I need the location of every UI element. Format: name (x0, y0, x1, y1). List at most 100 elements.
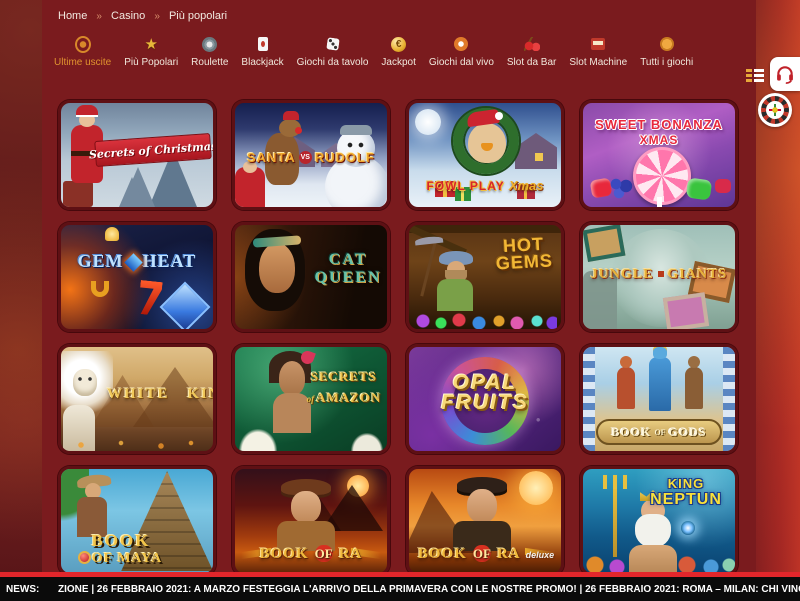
candy-art (686, 177, 713, 200)
tab-giochi-dal-vivo[interactable]: Giochi dal vivo (429, 36, 494, 68)
tab-label: Tutti i giochi (640, 57, 693, 68)
game-tile-white-king[interactable]: WHITE KING (58, 344, 216, 454)
lotus-art (239, 429, 277, 451)
tab-label: Blackjack (241, 57, 283, 68)
game-title: WHITE KING (107, 385, 213, 403)
game-tile-opal-fruits[interactable]: OPAL FRUITS (406, 344, 564, 454)
tab-slot-da-bar[interactable]: Slot da Bar (507, 36, 556, 68)
column-art (583, 347, 595, 451)
lotus-art (351, 433, 383, 451)
game-tile-gem-heat[interactable]: GEMHEAT (58, 222, 216, 332)
house-art (535, 153, 543, 161)
breadcrumb-separator-icon: » (96, 11, 102, 22)
god-art (617, 367, 635, 409)
god-art (685, 367, 703, 409)
game-title: HOT GEMS (488, 235, 560, 273)
tab-giochi-da-tavolo[interactable]: Giochi da tavolo (297, 36, 369, 68)
seven-art (137, 280, 162, 316)
game-title: FOWL PLAYXmas (409, 177, 561, 195)
game-tile-secrets-of-christmas[interactable]: Secrets of Christmas (58, 100, 216, 210)
lollipop-art (633, 147, 691, 205)
list-view-icon[interactable] (746, 69, 764, 82)
rudolf-art (295, 127, 302, 134)
mine-beam-art (409, 225, 561, 233)
news-label: NEWS: (6, 584, 58, 595)
game-title: BOOKOFRAdeluxe (409, 545, 561, 563)
tab-blackjack[interactable]: Blackjack (241, 36, 283, 68)
lion-art (77, 377, 94, 381)
horseshoe-art (91, 281, 109, 297)
tab-slot-machine[interactable]: Slot Machine (569, 36, 627, 68)
support-button[interactable] (770, 57, 800, 91)
game-title: SANTAVSRUDOLF (235, 149, 387, 167)
games-grid: Secrets of Christmas SANTAVSRUDOLF FOWL (58, 100, 740, 576)
gems-art (413, 311, 557, 329)
title-ribbon: Secrets of Christmas (94, 133, 212, 167)
breadcrumb-separator-icon: » (154, 11, 160, 22)
gem-icon (124, 254, 142, 272)
god-art (688, 356, 700, 368)
lion-art (73, 369, 97, 396)
god-art (620, 356, 632, 368)
roulette-hub-icon (766, 101, 784, 119)
tab-jackpot[interactable]: € Jackpot (381, 36, 415, 68)
god-art (649, 357, 671, 411)
god-art (653, 347, 667, 359)
candy-art (715, 179, 731, 193)
game-tile-hot-gems[interactable]: HOT GEMS (406, 222, 564, 332)
santa-art (79, 113, 95, 127)
miner-art (437, 279, 473, 311)
live-roulette-button[interactable] (758, 93, 792, 127)
background-art-left (0, 0, 42, 601)
news-ticker: NEWS: ZIONE | 26 FEBBRAIO 2021: A MARZO … (0, 572, 800, 601)
breadcrumb: Home » Casino » Più popolari (58, 10, 227, 22)
hen-art (495, 112, 503, 120)
bell-art (105, 227, 119, 241)
rudolf-art (283, 111, 299, 120)
magic-orb-art (681, 521, 695, 535)
new-releases-icon (75, 36, 91, 52)
dice-icon (325, 36, 341, 52)
game-tile-book-of-maya[interactable]: BOOK OF MAYA (58, 466, 216, 576)
tab-tutti-i-giochi[interactable]: Tutti i giochi (640, 36, 693, 68)
snowman-art (340, 125, 372, 135)
game-title: CAT QUEEN (309, 251, 387, 288)
tab-label: Giochi da tavolo (297, 57, 369, 68)
ruby-icon (80, 553, 89, 562)
trident-icon (613, 485, 617, 557)
tab-label: Ultime uscite (54, 57, 111, 68)
game-tile-king-neptun[interactable]: KING NEPTUN (580, 466, 738, 576)
game-tile-secrets-of-amazon[interactable]: SECRETS ofAMAZON (232, 344, 390, 454)
snowman-art (345, 142, 367, 149)
game-tile-book-of-ra-deluxe[interactable]: BOOKOFRAdeluxe (406, 466, 564, 576)
breadcrumb-casino[interactable]: Casino (111, 10, 145, 22)
game-title: JUNGLEGIANTS (583, 265, 735, 283)
trident-icon (603, 475, 627, 489)
breadcrumb-home[interactable]: Home (58, 10, 87, 22)
neptune-art (635, 514, 671, 548)
game-tile-book-of-ra[interactable]: BOOKOFRA (232, 466, 390, 576)
game-tile-santa-vs-rudolf[interactable]: SANTAVSRUDOLF (232, 100, 390, 210)
game-tile-sweet-bonanza-xmas[interactable]: SWEET BONANZA XMAS (580, 100, 738, 210)
game-tile-jungle-giants[interactable]: JUNGLEGIANTS (580, 222, 738, 332)
tab-ultime-uscite[interactable]: Ultime uscite (54, 36, 111, 68)
photo-card-art (663, 292, 709, 332)
game-title: SWEET BONANZA XMAS (583, 117, 735, 148)
tab-label: Giochi dal vivo (429, 57, 494, 68)
tab-piu-popolari[interactable]: ★ Più Popolari (124, 36, 178, 68)
game-tile-book-of-gods[interactable]: BOOK OF GODS (580, 344, 738, 454)
dot-icon (658, 271, 664, 277)
star-icon: ★ (143, 36, 159, 52)
game-title: BOOKOFRA (235, 545, 387, 563)
lollipop-art (657, 197, 662, 209)
woman-art (279, 361, 305, 395)
game-tile-fowl-play-xmas[interactable]: FOWL PLAYXmas (406, 100, 564, 210)
tab-label: Jackpot (381, 57, 415, 68)
photo-card-art (583, 224, 626, 262)
tab-roulette[interactable]: Roulette (191, 36, 228, 68)
game-tile-cat-queen[interactable]: CAT QUEEN (232, 222, 390, 332)
tab-label: Slot Machine (569, 57, 627, 68)
title-plaque: BOOK OF GODS (596, 419, 722, 445)
queen-art (259, 243, 295, 293)
game-title: KING NEPTUN (639, 477, 733, 509)
